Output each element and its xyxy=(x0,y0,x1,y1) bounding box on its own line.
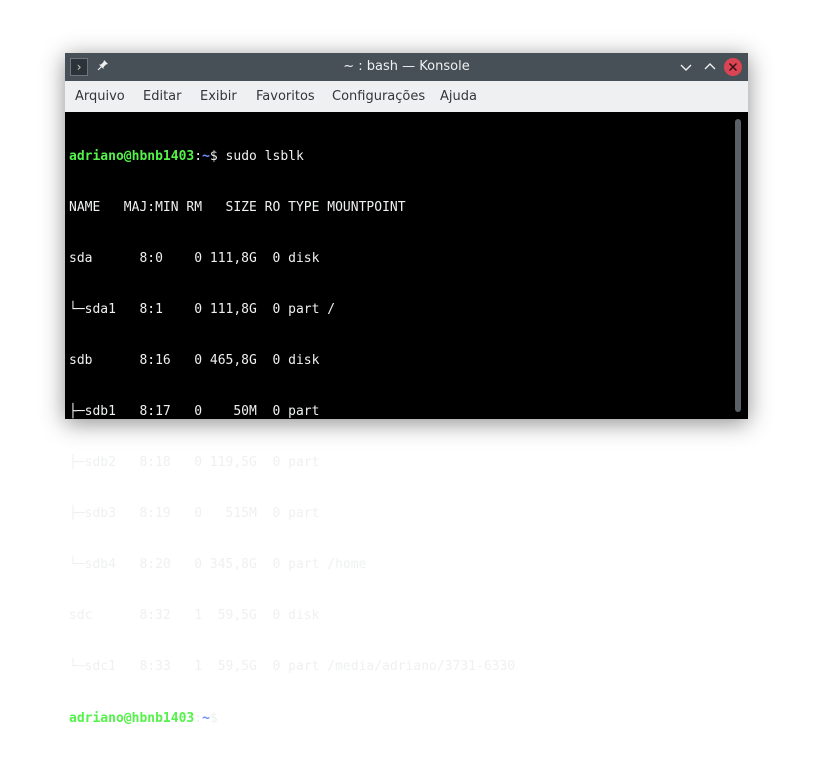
prompt-path: ~ xyxy=(202,149,210,164)
prompt-user: adriano@hbnb1403 xyxy=(69,149,195,164)
prompt-symbol: $ xyxy=(209,149,218,164)
menu-arquivo[interactable]: Arquivo xyxy=(75,81,125,112)
prompt-line-current: adriano@hbnb1403:~$ xyxy=(69,709,729,726)
output-line: └─sdc1 8:33 1 59,5G 0 part /media/adrian… xyxy=(69,659,516,674)
chevron-up-icon xyxy=(704,63,716,70)
menu-bar: Arquivo Editar Exibir Favoritos Configur… xyxy=(65,81,748,112)
terminal-area[interactable]: adriano@hbnb1403:~$ sudo lsblk NAME MAJ:… xyxy=(65,112,748,726)
close-button[interactable] xyxy=(724,58,742,76)
pin-icon[interactable] xyxy=(95,59,111,75)
output-line: sda 8:0 0 111,8G 0 disk xyxy=(69,251,320,266)
output-line: ├─sdb2 8:18 0 119,5G 0 part xyxy=(69,455,320,470)
konsole-window: › ~ : bash — Konsole Arquivo Editar Exib… xyxy=(65,53,748,726)
output-header: NAME MAJ:MIN RM SIZE RO TYPE MOUNTPOINT xyxy=(69,200,406,215)
menu-configuracoes[interactable]: Configurações xyxy=(332,81,425,112)
close-icon xyxy=(728,62,738,72)
prompt-line: adriano@hbnb1403:~$ sudo lsblk xyxy=(69,148,729,165)
text-cursor xyxy=(221,709,230,725)
terminal-output: adriano@hbnb1403:~$ sudo lsblk NAME MAJ:… xyxy=(69,114,729,760)
prompt-separator: : xyxy=(194,149,203,164)
title-bar[interactable]: › ~ : bash — Konsole xyxy=(65,53,748,81)
maximize-button[interactable] xyxy=(701,58,719,76)
output-line: └─sda1 8:1 0 111,8G 0 part / xyxy=(69,302,336,317)
prompt-separator: : xyxy=(194,711,203,726)
konsole-icon[interactable]: › xyxy=(70,58,88,76)
command-text: sudo lsblk xyxy=(225,149,304,164)
prompt-path: ~ xyxy=(202,711,210,726)
minimize-button[interactable] xyxy=(677,58,695,76)
menu-ajuda[interactable]: Ajuda xyxy=(440,81,477,112)
chevron-down-icon xyxy=(680,64,692,71)
output-line: sdb 8:16 0 465,8G 0 disk xyxy=(69,353,320,368)
output-line: └─sdb4 8:20 0 345,8G 0 part /home xyxy=(69,557,367,572)
window-title: ~ : bash — Konsole xyxy=(343,59,470,74)
output-line: ├─sdb3 8:19 0 515M 0 part xyxy=(69,506,320,521)
menu-favoritos[interactable]: Favoritos xyxy=(256,81,315,112)
menu-exibir[interactable]: Exibir xyxy=(200,81,237,112)
output-line: sdc 8:32 1 59,5G 0 disk xyxy=(69,608,320,623)
prompt-symbol: $ xyxy=(209,711,218,726)
output-line: ├─sdb1 8:17 0 50M 0 part xyxy=(69,404,320,419)
menu-editar[interactable]: Editar xyxy=(143,81,182,112)
close-circle xyxy=(724,58,742,76)
prompt-user: adriano@hbnb1403 xyxy=(69,711,195,726)
scrollbar[interactable] xyxy=(735,119,741,412)
